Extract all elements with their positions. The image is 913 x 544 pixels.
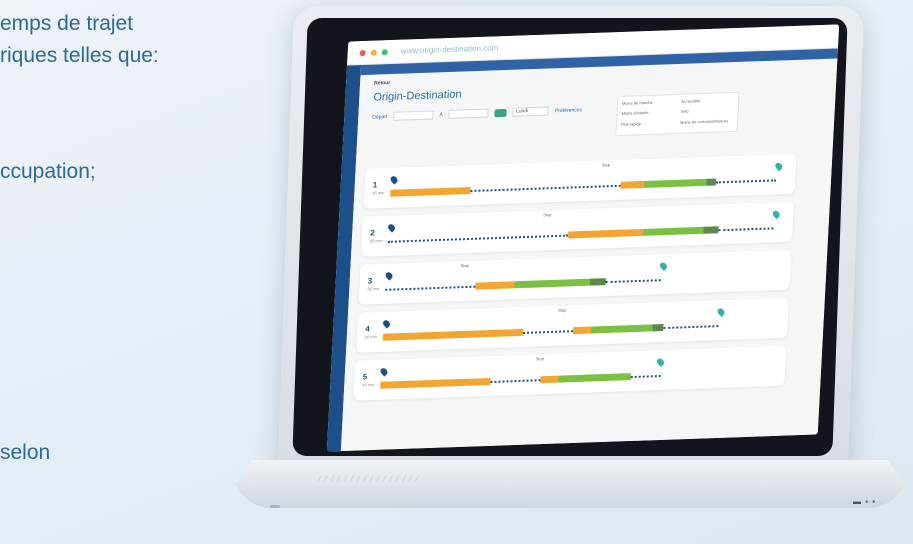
maximize-dot[interactable] — [381, 48, 388, 55]
to-label: À — [439, 111, 443, 118]
route-duration: 40 min — [364, 334, 377, 340]
destination-pin-icon — [655, 357, 666, 367]
left-text-line-2: riques telles que: — [0, 44, 159, 67]
route-duration: 45 min — [369, 238, 383, 244]
preferences-box: Moins de marche Accessible Moins d'atten… — [615, 91, 740, 137]
origin-pin-icon — [384, 270, 394, 281]
destination-pin-icon — [658, 261, 669, 272]
destination-pin-icon — [771, 209, 782, 220]
stop-label: Stop — [543, 212, 552, 218]
walk-segment — [387, 234, 569, 243]
stop-label: Stop — [535, 356, 545, 362]
walk-segment — [470, 184, 621, 193]
route-duration: 35 min — [367, 286, 380, 292]
left-text-line-4: selon — [0, 441, 51, 464]
bus-segment — [390, 187, 471, 197]
ports-icon: ▬ ▪ ▪ — [853, 497, 877, 506]
pref-option[interactable]: Accessible — [681, 97, 735, 108]
walk-segment — [605, 279, 661, 284]
walk-segment — [715, 179, 777, 184]
route-number: 3 — [367, 276, 373, 286]
pref-option[interactable]: Vélo — [680, 107, 734, 118]
origin-pin-icon — [389, 174, 399, 185]
trackpad-notch — [270, 505, 280, 508]
left-text-line-3: ccupation; — [0, 160, 96, 183]
search-button[interactable] — [494, 108, 508, 117]
pref-option[interactable]: Plus rapide — [621, 120, 675, 131]
route-card[interactable]: 5 40 min Stop — [353, 345, 787, 401]
route-card[interactable]: 4 40 min Stop — [355, 297, 789, 353]
pref-option[interactable]: Moins d'attente — [621, 109, 675, 120]
keyboard-edge: //////////////// — [318, 474, 423, 484]
transit-segment — [475, 278, 606, 290]
transit-segment — [620, 178, 717, 189]
walk-segment — [522, 330, 574, 334]
transit-segment — [567, 226, 719, 239]
route-duration: 45 min — [372, 190, 385, 196]
walk-segment — [663, 325, 719, 330]
walk-segment — [718, 227, 774, 232]
route-number: 5 — [362, 372, 368, 382]
transit-segment — [572, 324, 664, 335]
main-panel: Retour Origin-Destination Départ À Lundi… — [340, 48, 838, 452]
walk-segment — [490, 379, 541, 383]
stop-label: Stop — [460, 262, 469, 269]
route-number: 2 — [370, 228, 375, 238]
from-input[interactable] — [393, 110, 434, 121]
origin-pin-icon — [379, 366, 389, 377]
pref-option[interactable]: Moins de correspondances — [680, 118, 734, 129]
destination-pin-icon — [773, 161, 784, 172]
origin-pin-icon — [381, 318, 392, 329]
route-card[interactable]: 1 45 min Stop — [363, 153, 797, 209]
from-label: Départ — [372, 113, 388, 121]
left-text-line-1: emps de trajet — [0, 12, 134, 35]
app-frame: Retour Origin-Destination Départ À Lundi… — [326, 48, 838, 452]
preferences-label: Préférences — [554, 106, 583, 114]
close-dot[interactable] — [359, 49, 366, 56]
minimize-dot[interactable] — [370, 49, 377, 56]
breadcrumb[interactable]: Retour — [374, 80, 390, 87]
stop-label: Stop — [558, 307, 567, 313]
url-text[interactable]: www.origin-destination.com — [401, 43, 499, 55]
route-number: 4 — [364, 324, 370, 334]
route-card[interactable]: 3 35 min Stop — [358, 249, 792, 305]
filter-row: Départ À Lundi Préférences — [372, 105, 582, 121]
origin-pin-icon — [386, 222, 397, 233]
transit-segment — [540, 373, 631, 384]
walk-segment — [385, 285, 476, 291]
page-title: Origin-Destination — [373, 88, 462, 104]
laptop-screen: www.origin-destination.com Retour Origin… — [326, 24, 840, 452]
bus-segment — [380, 377, 491, 389]
route-duration: 40 min — [362, 382, 375, 388]
stop-label: Stop — [601, 162, 611, 168]
destination-pin-icon — [716, 307, 727, 317]
day-select[interactable]: Lundi — [512, 106, 550, 117]
route-card[interactable]: 2 45 min Stop — [361, 201, 794, 257]
to-input[interactable] — [448, 108, 490, 119]
walk-segment — [630, 375, 661, 379]
pref-option[interactable]: Moins de marche — [622, 99, 676, 110]
route-number: 1 — [372, 180, 378, 190]
bus-segment — [382, 328, 524, 341]
